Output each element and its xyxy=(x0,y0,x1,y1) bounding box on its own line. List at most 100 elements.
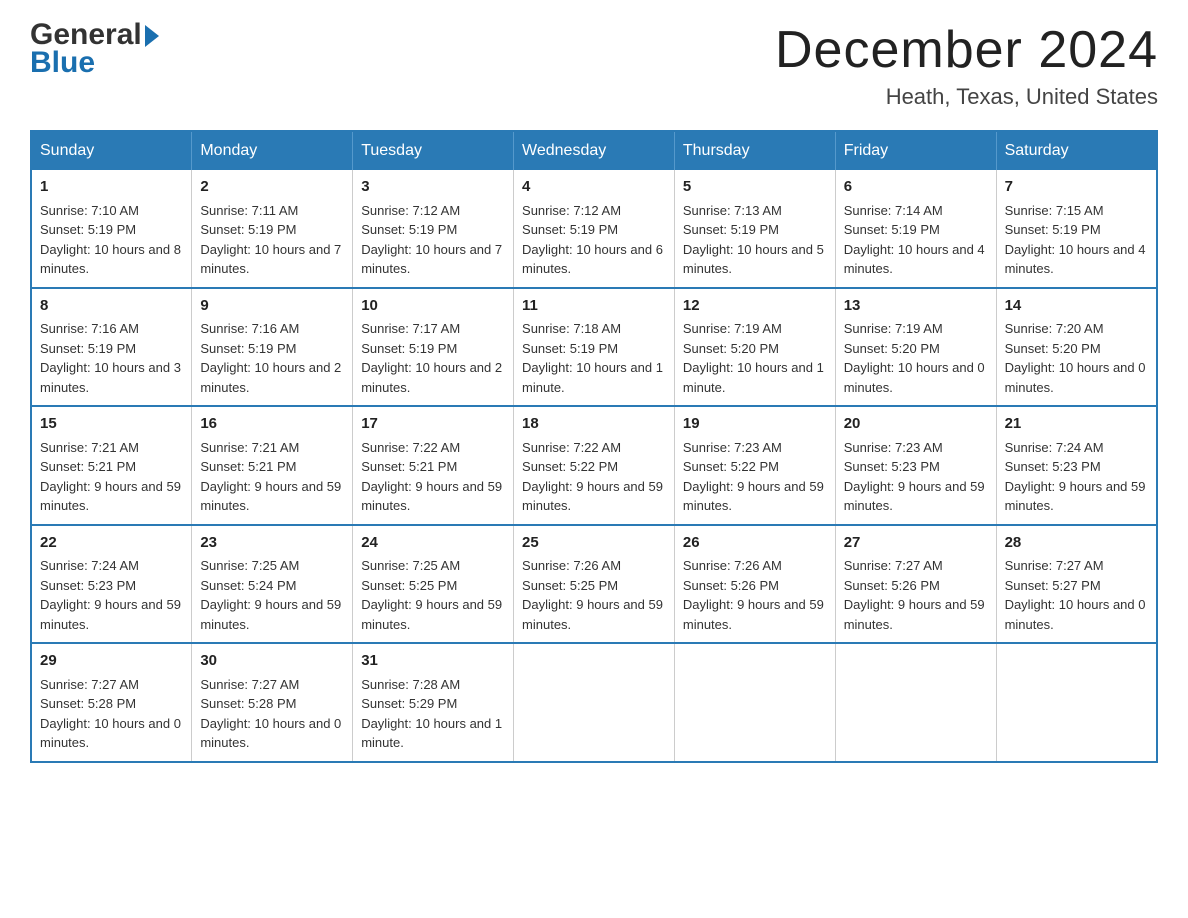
daylight-label: Daylight: 10 hours and 1 minute. xyxy=(683,360,824,395)
daylight-label: Daylight: 9 hours and 59 minutes. xyxy=(40,597,181,632)
day-number: 6 xyxy=(844,176,988,199)
calendar-header-row: Sunday Monday Tuesday Wednesday Thursday… xyxy=(31,131,1157,170)
sunset-label: Sunset: 5:28 PM xyxy=(40,696,136,711)
calendar-day: 7 Sunrise: 7:15 AM Sunset: 5:19 PM Dayli… xyxy=(996,170,1157,288)
sunset-label: Sunset: 5:19 PM xyxy=(522,222,618,237)
daylight-label: Daylight: 10 hours and 8 minutes. xyxy=(40,242,181,277)
sunrise-label: Sunrise: 7:12 AM xyxy=(522,203,621,218)
daylight-label: Daylight: 9 hours and 59 minutes. xyxy=(844,479,985,514)
day-number: 24 xyxy=(361,532,505,555)
calendar-day: 12 Sunrise: 7:19 AM Sunset: 5:20 PM Dayl… xyxy=(674,288,835,407)
daylight-label: Daylight: 10 hours and 0 minutes. xyxy=(1005,360,1146,395)
daylight-label: Daylight: 9 hours and 59 minutes. xyxy=(40,479,181,514)
daylight-label: Daylight: 10 hours and 7 minutes. xyxy=(200,242,341,277)
col-saturday: Saturday xyxy=(996,131,1157,170)
col-friday: Friday xyxy=(835,131,996,170)
day-number: 17 xyxy=(361,413,505,436)
day-number: 1 xyxy=(40,176,183,199)
daylight-label: Daylight: 10 hours and 5 minutes. xyxy=(683,242,824,277)
sunrise-label: Sunrise: 7:13 AM xyxy=(683,203,782,218)
sunset-label: Sunset: 5:23 PM xyxy=(1005,459,1101,474)
sunset-label: Sunset: 5:19 PM xyxy=(40,222,136,237)
location-subtitle: Heath, Texas, United States xyxy=(775,84,1158,110)
daylight-label: Daylight: 10 hours and 3 minutes. xyxy=(40,360,181,395)
calendar-day: 18 Sunrise: 7:22 AM Sunset: 5:22 PM Dayl… xyxy=(514,406,675,525)
day-number: 26 xyxy=(683,532,827,555)
daylight-label: Daylight: 10 hours and 0 minutes. xyxy=(200,716,341,751)
calendar-day xyxy=(514,643,675,762)
sunset-label: Sunset: 5:26 PM xyxy=(683,578,779,593)
day-number: 19 xyxy=(683,413,827,436)
sunset-label: Sunset: 5:19 PM xyxy=(361,222,457,237)
calendar-day: 29 Sunrise: 7:27 AM Sunset: 5:28 PM Dayl… xyxy=(31,643,192,762)
day-number: 23 xyxy=(200,532,344,555)
day-number: 8 xyxy=(40,295,183,318)
daylight-label: Daylight: 9 hours and 59 minutes. xyxy=(361,597,502,632)
daylight-label: Daylight: 10 hours and 0 minutes. xyxy=(40,716,181,751)
day-number: 4 xyxy=(522,176,666,199)
daylight-label: Daylight: 9 hours and 59 minutes. xyxy=(683,479,824,514)
sunset-label: Sunset: 5:19 PM xyxy=(361,341,457,356)
daylight-label: Daylight: 10 hours and 6 minutes. xyxy=(522,242,663,277)
col-tuesday: Tuesday xyxy=(353,131,514,170)
daylight-label: Daylight: 9 hours and 59 minutes. xyxy=(361,479,502,514)
sunrise-label: Sunrise: 7:15 AM xyxy=(1005,203,1104,218)
calendar-day: 10 Sunrise: 7:17 AM Sunset: 5:19 PM Dayl… xyxy=(353,288,514,407)
sunset-label: Sunset: 5:19 PM xyxy=(683,222,779,237)
sunset-label: Sunset: 5:19 PM xyxy=(1005,222,1101,237)
day-number: 5 xyxy=(683,176,827,199)
sunset-label: Sunset: 5:27 PM xyxy=(1005,578,1101,593)
calendar-day xyxy=(835,643,996,762)
sunset-label: Sunset: 5:19 PM xyxy=(40,341,136,356)
sunrise-label: Sunrise: 7:27 AM xyxy=(200,677,299,692)
sunset-label: Sunset: 5:19 PM xyxy=(200,222,296,237)
sunrise-label: Sunrise: 7:25 AM xyxy=(361,558,460,573)
day-number: 12 xyxy=(683,295,827,318)
day-number: 22 xyxy=(40,532,183,555)
sunrise-label: Sunrise: 7:12 AM xyxy=(361,203,460,218)
day-number: 9 xyxy=(200,295,344,318)
daylight-label: Daylight: 9 hours and 59 minutes. xyxy=(200,597,341,632)
sunrise-label: Sunrise: 7:16 AM xyxy=(200,321,299,336)
calendar-day: 4 Sunrise: 7:12 AM Sunset: 5:19 PM Dayli… xyxy=(514,170,675,288)
calendar-day: 22 Sunrise: 7:24 AM Sunset: 5:23 PM Dayl… xyxy=(31,525,192,644)
calendar-day: 28 Sunrise: 7:27 AM Sunset: 5:27 PM Dayl… xyxy=(996,525,1157,644)
calendar-day: 26 Sunrise: 7:26 AM Sunset: 5:26 PM Dayl… xyxy=(674,525,835,644)
day-number: 15 xyxy=(40,413,183,436)
sunrise-label: Sunrise: 7:24 AM xyxy=(1005,440,1104,455)
day-number: 31 xyxy=(361,650,505,673)
logo: General Blue xyxy=(30,20,162,80)
day-number: 2 xyxy=(200,176,344,199)
col-wednesday: Wednesday xyxy=(514,131,675,170)
sunrise-label: Sunrise: 7:27 AM xyxy=(40,677,139,692)
sunset-label: Sunset: 5:20 PM xyxy=(1005,341,1101,356)
sunrise-label: Sunrise: 7:11 AM xyxy=(200,203,298,218)
sunrise-label: Sunrise: 7:16 AM xyxy=(40,321,139,336)
day-number: 21 xyxy=(1005,413,1148,436)
sunset-label: Sunset: 5:25 PM xyxy=(361,578,457,593)
sunset-label: Sunset: 5:20 PM xyxy=(683,341,779,356)
calendar-day xyxy=(674,643,835,762)
sunset-label: Sunset: 5:22 PM xyxy=(522,459,618,474)
sunrise-label: Sunrise: 7:26 AM xyxy=(683,558,782,573)
day-number: 16 xyxy=(200,413,344,436)
calendar-day: 9 Sunrise: 7:16 AM Sunset: 5:19 PM Dayli… xyxy=(192,288,353,407)
sunset-label: Sunset: 5:23 PM xyxy=(40,578,136,593)
sunset-label: Sunset: 5:19 PM xyxy=(522,341,618,356)
daylight-label: Daylight: 10 hours and 0 minutes. xyxy=(1005,597,1146,632)
day-number: 18 xyxy=(522,413,666,436)
daylight-label: Daylight: 10 hours and 4 minutes. xyxy=(844,242,985,277)
calendar-day: 1 Sunrise: 7:10 AM Sunset: 5:19 PM Dayli… xyxy=(31,170,192,288)
sunrise-label: Sunrise: 7:27 AM xyxy=(1005,558,1104,573)
sunrise-label: Sunrise: 7:26 AM xyxy=(522,558,621,573)
sunset-label: Sunset: 5:19 PM xyxy=(200,341,296,356)
sunrise-label: Sunrise: 7:25 AM xyxy=(200,558,299,573)
sunset-label: Sunset: 5:24 PM xyxy=(200,578,296,593)
calendar-day: 20 Sunrise: 7:23 AM Sunset: 5:23 PM Dayl… xyxy=(835,406,996,525)
sunset-label: Sunset: 5:22 PM xyxy=(683,459,779,474)
calendar-day: 24 Sunrise: 7:25 AM Sunset: 5:25 PM Dayl… xyxy=(353,525,514,644)
daylight-label: Daylight: 10 hours and 4 minutes. xyxy=(1005,242,1146,277)
calendar-day: 25 Sunrise: 7:26 AM Sunset: 5:25 PM Dayl… xyxy=(514,525,675,644)
day-number: 13 xyxy=(844,295,988,318)
sunrise-label: Sunrise: 7:18 AM xyxy=(522,321,621,336)
